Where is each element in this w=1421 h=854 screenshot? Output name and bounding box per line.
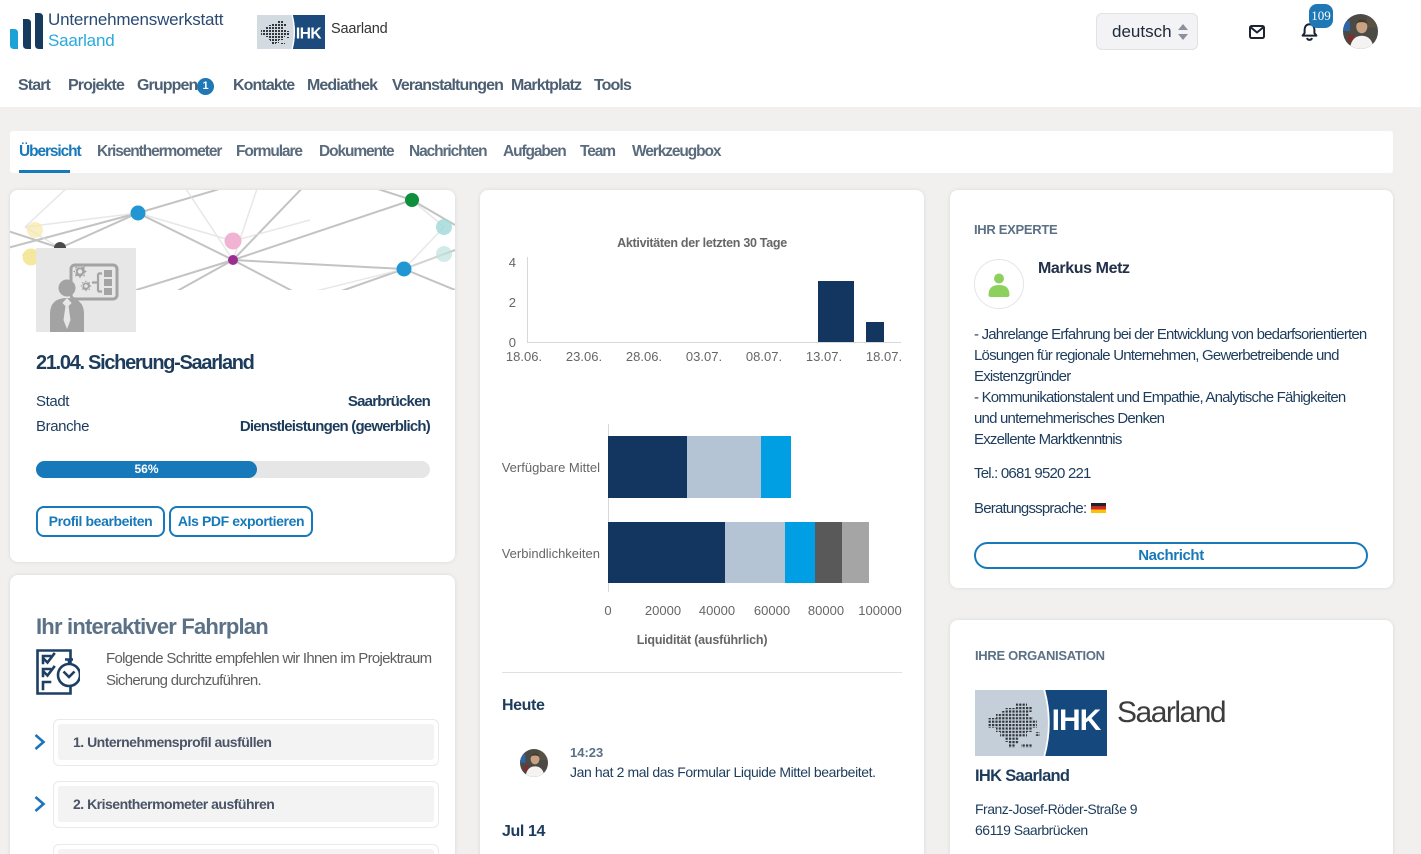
- svg-text:18.06.: 18.06.: [506, 349, 542, 364]
- svg-text:2: 2: [509, 295, 516, 310]
- svg-text:0: 0: [604, 603, 611, 618]
- svg-text:IHK: IHK: [1052, 704, 1102, 737]
- svg-text:4: 4: [509, 255, 516, 270]
- svg-text:18.07.: 18.07.: [866, 349, 902, 364]
- svg-text:0: 0: [509, 335, 516, 350]
- svg-text:23.06.: 23.06.: [566, 349, 602, 364]
- svg-text:Verfügbare Mittel: Verfügbare Mittel: [502, 460, 600, 475]
- svg-text:20000: 20000: [645, 603, 681, 618]
- svg-text:03.07.: 03.07.: [686, 349, 722, 364]
- svg-text:08.07.: 08.07.: [746, 349, 782, 364]
- svg-text:IHK: IHK: [296, 26, 323, 43]
- svg-text:Verbindlichkeiten: Verbindlichkeiten: [502, 546, 600, 561]
- svg-text:40000: 40000: [699, 603, 735, 618]
- svg-text:Liquidität (ausführlich): Liquidität (ausführlich): [637, 633, 768, 647]
- svg-text:100000: 100000: [858, 603, 901, 618]
- svg-text:13.07.: 13.07.: [806, 349, 842, 364]
- svg-text:28.06.: 28.06.: [626, 349, 662, 364]
- svg-text:80000: 80000: [808, 603, 844, 618]
- svg-text:60000: 60000: [754, 603, 790, 618]
